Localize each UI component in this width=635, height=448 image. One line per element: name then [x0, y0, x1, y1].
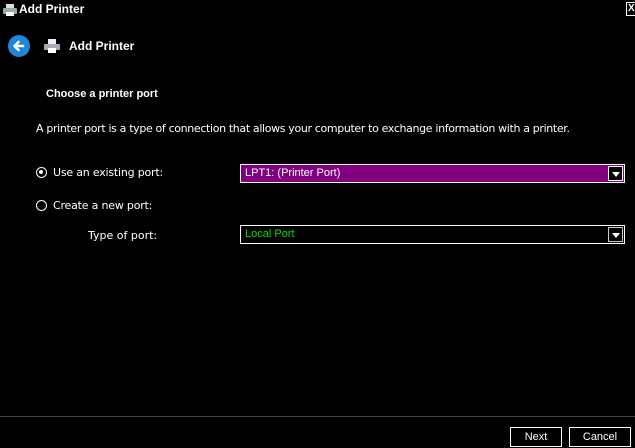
existing-port-value: LPT1: (Printer Port) [245, 167, 341, 179]
window-title: Add Printer [19, 2, 85, 16]
back-button[interactable] [8, 35, 30, 57]
port-type-dropdown[interactable]: Local Port [240, 225, 625, 244]
chevron-down-icon[interactable] [608, 166, 623, 181]
close-button[interactable]: X [626, 2, 635, 16]
use-existing-port-option[interactable]: Use an existing port: [36, 166, 163, 179]
close-icon: X [628, 3, 635, 14]
create-new-port-radio[interactable] [36, 200, 47, 211]
back-arrow-icon [13, 40, 25, 52]
footer-divider [0, 416, 635, 417]
printer-icon [3, 4, 17, 16]
page-description: A printer port is a type of connection t… [36, 122, 570, 135]
create-new-port-label: Create a new port: [53, 199, 153, 212]
chevron-down-icon[interactable] [608, 227, 623, 242]
port-type-label: Type of port: [88, 229, 158, 242]
cancel-button[interactable]: Cancel [569, 427, 631, 447]
wizard-title: Add Printer [69, 39, 135, 53]
use-existing-port-label: Use an existing port: [53, 166, 164, 179]
create-new-port-option[interactable]: Create a new port: [36, 199, 152, 212]
title-bar: Add Printer X [0, 0, 635, 20]
use-existing-port-radio[interactable] [36, 167, 47, 178]
printer-icon [44, 39, 60, 53]
port-type-value: Local Port [245, 228, 295, 240]
existing-port-dropdown[interactable]: LPT1: (Printer Port) [240, 164, 625, 183]
next-button[interactable]: Next [510, 427, 562, 447]
page-heading: Choose a printer port [46, 88, 158, 100]
